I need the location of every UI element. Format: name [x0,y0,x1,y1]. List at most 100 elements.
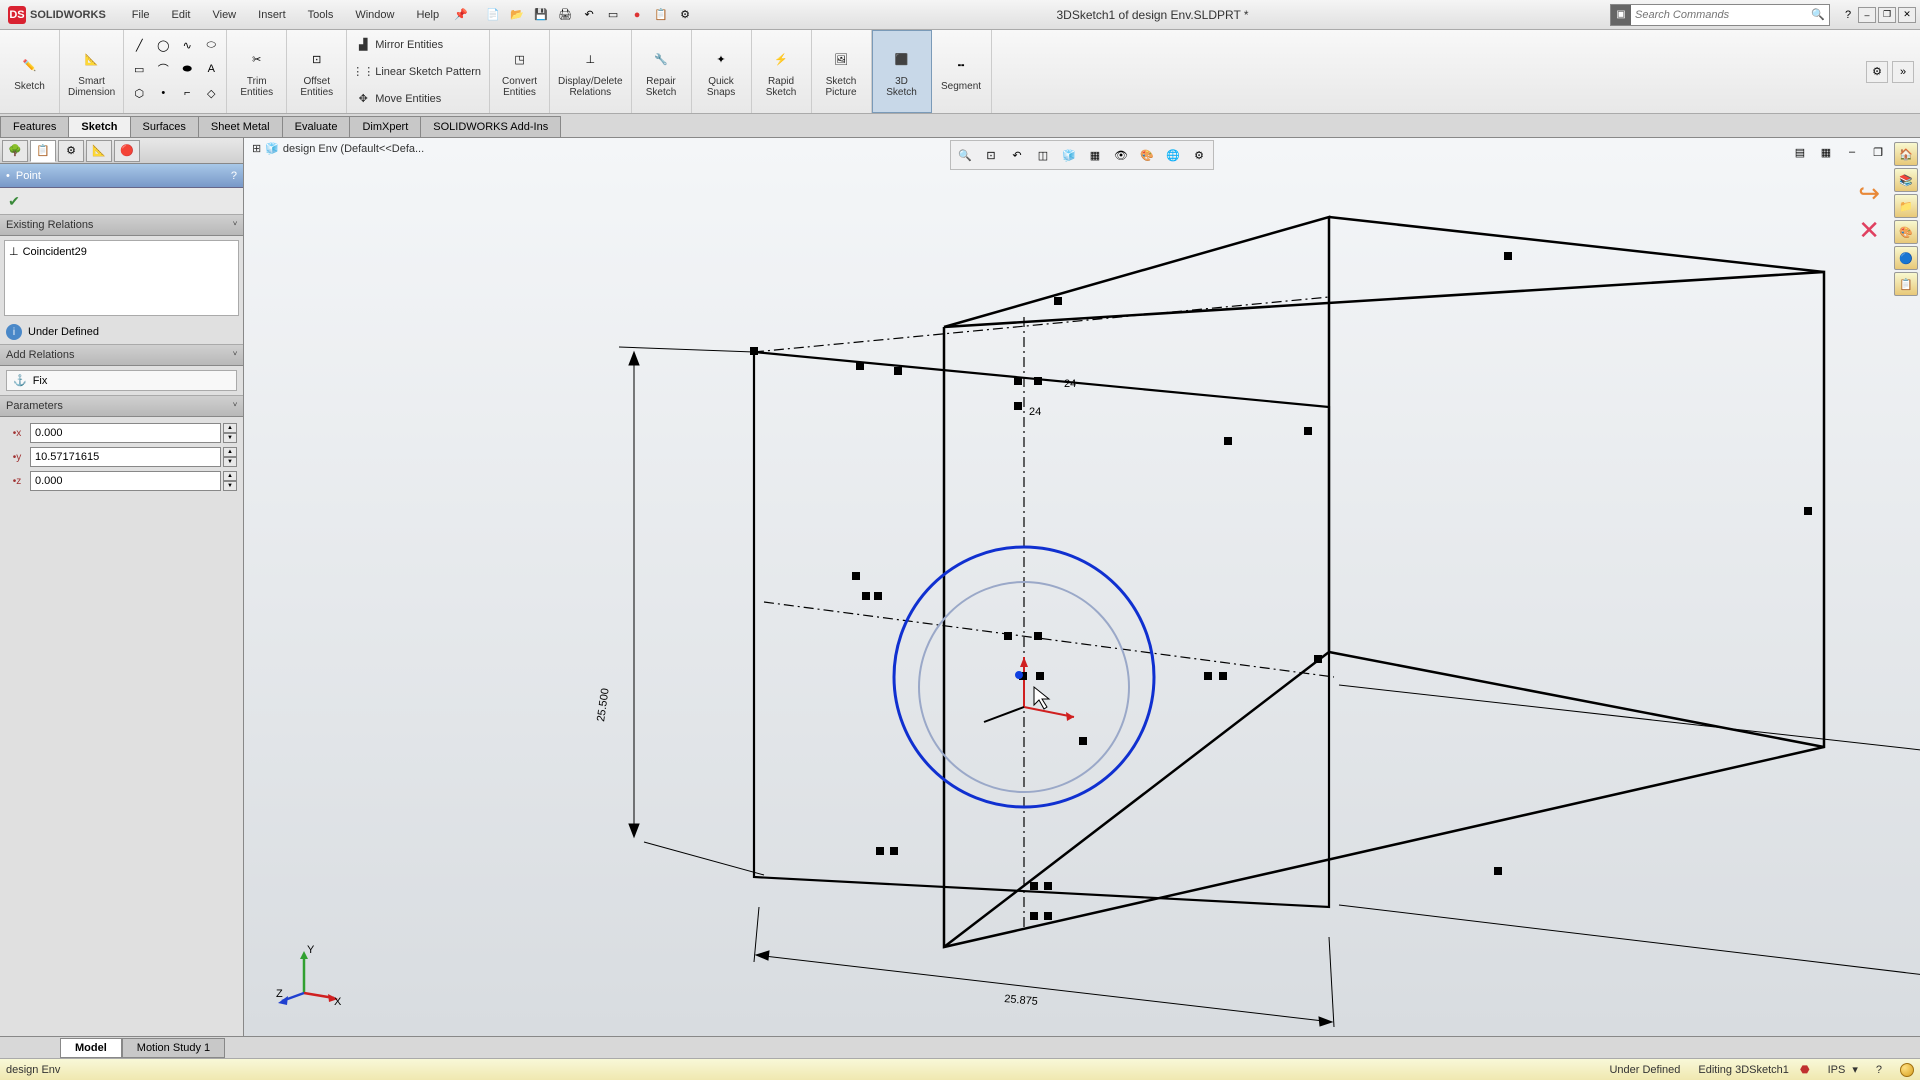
repair-sketch-button[interactable]: 🔧 Repair Sketch [632,30,692,113]
pin-menu-icon[interactable]: 📌 [451,5,471,25]
save-button[interactable]: 💾 [531,5,551,25]
dim-height[interactable]: 25.500 [595,687,612,722]
point-tool[interactable]: • [152,82,174,104]
sketch-picture-button[interactable]: 🖼 Sketch Picture [812,30,872,113]
graphics-area[interactable]: ⊞ 🧊 design Env (Default<<Defa... 🔍 ⊡ ↶ ◫… [244,138,1920,1036]
sketch-button[interactable]: ✏️ Sketch [0,30,60,113]
menu-file[interactable]: File [122,5,160,25]
tab-motion-study[interactable]: Motion Study 1 [122,1038,225,1058]
convert-entities-button[interactable]: ◳ Convert Entities [490,30,550,113]
menu-help[interactable]: Help [406,5,449,25]
feature-tree-tab[interactable]: 🌳 [2,140,28,162]
move-entities-button[interactable]: ✥Move Entities [351,90,485,108]
reference-triad[interactable]: Y X Z [274,943,344,1016]
property-manager-tab[interactable]: 📋 [30,140,56,162]
minimize-button[interactable]: – [1858,7,1876,23]
mirror-entities-button[interactable]: ▟Mirror Entities [351,36,485,54]
relation-coincident[interactable]: ⊥ Coincident29 [7,243,236,260]
file-explorer-tab[interactable]: 📁 [1894,194,1918,218]
tab-surfaces[interactable]: Surfaces [130,116,199,137]
options-button[interactable]: ⚙ [675,5,695,25]
y-spin-up[interactable]: ▲ [223,447,237,457]
y-input[interactable] [30,447,221,467]
search-commands[interactable]: ▣ 🔍 [1610,4,1830,26]
property-help-button[interactable]: ? [231,170,237,182]
menu-window[interactable]: Window [345,5,404,25]
y-spin-down[interactable]: ▼ [223,457,237,467]
appearances-tab[interactable]: 🔵 [1894,246,1918,270]
polygon-tool[interactable]: ⬡ [128,82,150,104]
fix-relation-button[interactable]: ⚓ Fix [6,370,237,391]
x-input[interactable] [30,423,221,443]
menu-view[interactable]: View [202,5,246,25]
trim-entities-button[interactable]: ✂ Trim Entities [227,30,287,113]
resources-tab[interactable]: 🏠 [1894,142,1918,166]
text-tool[interactable]: A [200,58,222,80]
search-input[interactable] [1631,9,1807,21]
collapse-icon[interactable]: ⱽ [233,220,237,231]
config-manager-tab[interactable]: ⚙ [58,140,84,162]
status-rebuild-orb[interactable] [1900,1063,1914,1077]
tab-sketch[interactable]: Sketch [68,116,130,137]
plane-tool[interactable]: ◇ [200,82,222,104]
linear-pattern-button[interactable]: ⋮⋮Linear Sketch Pattern [351,63,485,81]
smart-dimension-button[interactable]: 📐 Smart Dimension [60,30,124,113]
display-manager-tab[interactable]: 🔴 [114,140,140,162]
quick-snaps-button[interactable]: ✦ Quick Snaps [692,30,752,113]
view-palette-tab[interactable]: 🎨 [1894,220,1918,244]
rectangle-tool[interactable]: ▭ [128,58,150,80]
undo-button[interactable]: ↶ [579,5,599,25]
dim-width[interactable]: 25.875 [1004,993,1039,1008]
tab-sheet-metal[interactable]: Sheet Metal [198,116,283,137]
tab-model[interactable]: Model [60,1038,122,1058]
status-help-icon[interactable]: ? [1876,1064,1882,1076]
offset-entities-button[interactable]: ⊡ Offset Entities [287,30,347,113]
dimxpert-tab[interactable]: 📐 [86,140,112,162]
print-button[interactable]: 🖨 [555,5,575,25]
tab-dimxpert[interactable]: DimXpert [349,116,421,137]
expand-button[interactable]: » [1892,61,1914,83]
help-button[interactable]: ? [1838,5,1858,25]
customize-button[interactable]: ⚙ [1866,61,1888,83]
spline-tool[interactable]: ∿ [176,34,198,56]
design-library-tab[interactable]: 📚 [1894,168,1918,192]
status-units[interactable]: IPS ▾ [1828,1063,1858,1076]
custom-props-tab[interactable]: 📋 [1894,272,1918,296]
open-doc-button[interactable]: 📂 [507,5,527,25]
segment-button[interactable]: ╍ Segment [932,30,992,113]
search-type-icon[interactable]: ▣ [1611,5,1631,25]
arc-tool[interactable]: ⌒ [152,58,174,80]
rapid-sketch-button[interactable]: ⚡ Rapid Sketch [752,30,812,113]
relations-list[interactable]: ⊥ Coincident29 [4,240,239,316]
tab-evaluate[interactable]: Evaluate [282,116,351,137]
dim-top2[interactable]: 24 [1029,406,1041,418]
collapse-icon[interactable]: ⱽ [233,401,237,412]
parameters-header[interactable]: Parameters ⱽ [0,395,243,417]
z-spin-up[interactable]: ▲ [223,471,237,481]
existing-relations-header[interactable]: Existing Relations ⱽ [0,214,243,236]
z-input[interactable] [30,471,221,491]
line-tool[interactable]: ╱ [128,34,150,56]
file-props-button[interactable]: 📋 [651,5,671,25]
fillet-tool[interactable]: ⌐ [176,82,198,104]
z-spin-down[interactable]: ▼ [223,481,237,491]
close-button[interactable]: ✕ [1898,7,1916,23]
select-button[interactable]: ▭ [603,5,623,25]
circle-tool[interactable]: ◯ [152,34,174,56]
menu-insert[interactable]: Insert [248,5,296,25]
menu-tools[interactable]: Tools [298,5,344,25]
new-doc-button[interactable]: 📄 [483,5,503,25]
collapse-icon[interactable]: ⱽ [233,350,237,361]
tab-addins[interactable]: SOLIDWORKS Add-Ins [420,116,561,137]
add-relations-header[interactable]: Add Relations ⱽ [0,344,243,366]
slot-tool[interactable]: ⬬ [176,58,198,80]
rebuild-button[interactable]: ● [627,5,647,25]
restore-button[interactable]: ❐ [1878,7,1896,23]
menu-edit[interactable]: Edit [162,5,201,25]
x-spin-down[interactable]: ▼ [223,433,237,443]
3d-sketch-button[interactable]: ⬛ 3D Sketch [872,30,932,113]
x-spin-up[interactable]: ▲ [223,423,237,433]
ellipse-tool[interactable]: ⬭ [200,34,222,56]
display-delete-relations-button[interactable]: ⊥ Display/Delete Relations [550,30,631,113]
ok-button[interactable]: ✔ [4,191,24,211]
